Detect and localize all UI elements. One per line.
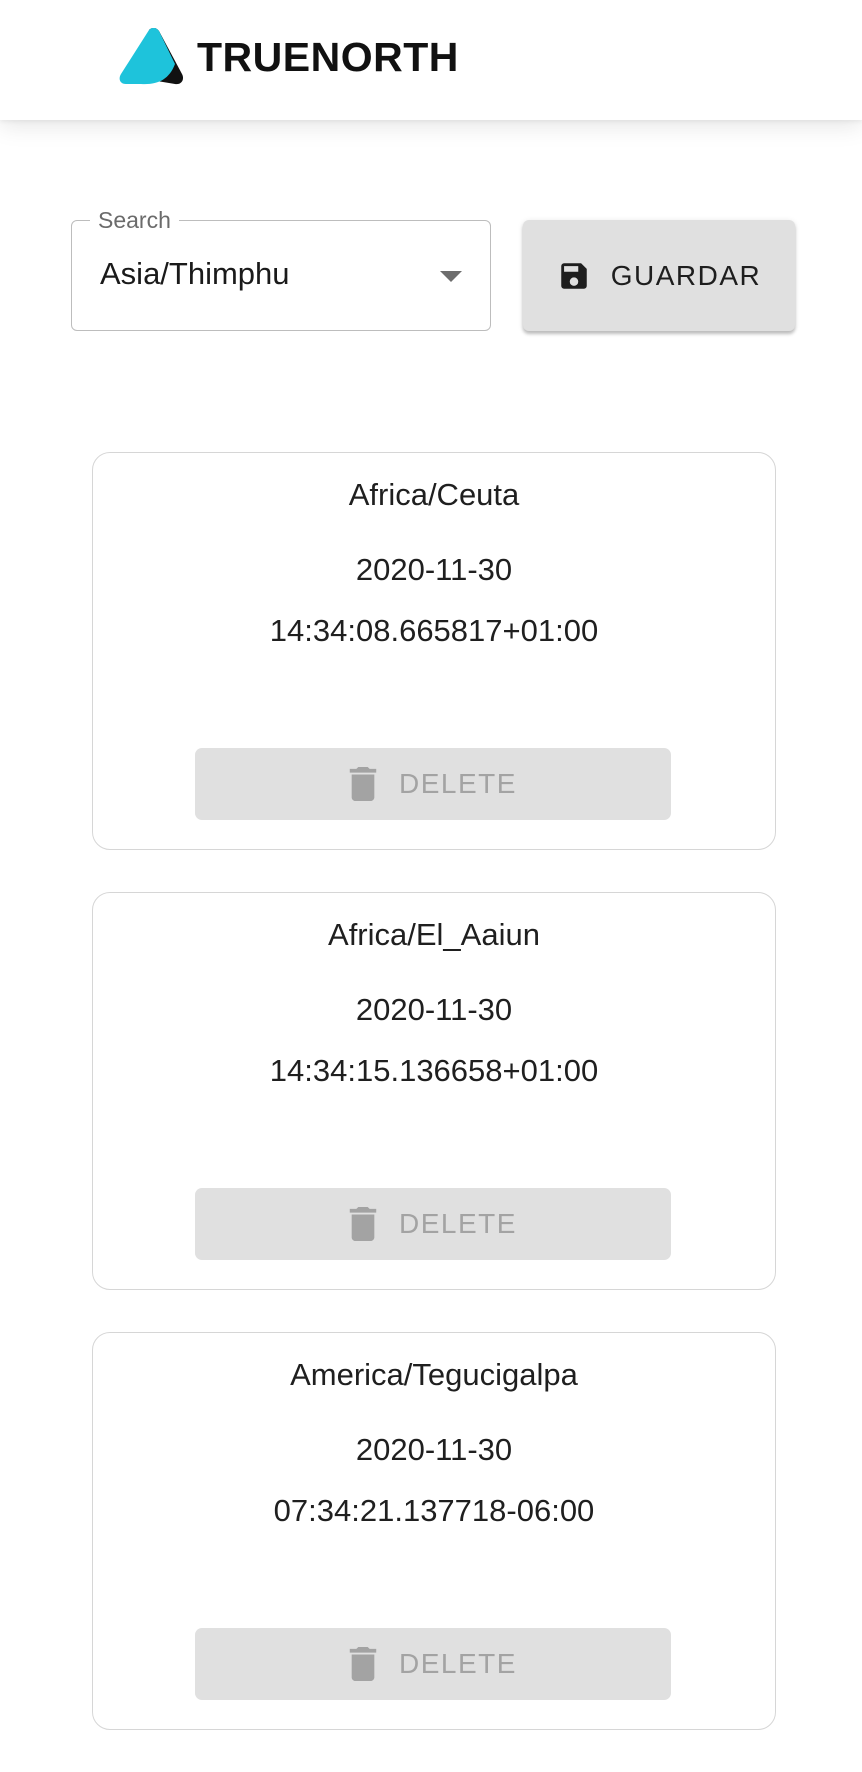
trash-icon [349,1647,377,1681]
brand-logo[interactable]: TRUENORTH [119,28,459,86]
delete-button[interactable]: DELETE [195,748,671,820]
save-button[interactable]: GUARDAR [523,220,795,331]
trash-icon [349,1207,377,1241]
search-input[interactable]: Asia/Thimphu [100,254,290,294]
timezone-card: Africa/El_Aaiun 2020-11-30 14:34:15.1366… [92,892,776,1290]
delete-button[interactable]: DELETE [195,1628,671,1700]
timezone-search-field[interactable]: Search Asia/Thimphu [71,206,491,331]
card-timezone-name: Africa/Ceuta [348,477,520,512]
truenorth-logo-icon [119,28,184,85]
delete-button-label: DELETE [399,1648,517,1679]
delete-button[interactable]: DELETE [195,1188,671,1260]
brand-name: TRUENORTH [197,33,459,80]
timezone-card: Africa/Ceuta 2020-11-30 14:34:08.665817+… [92,452,776,850]
timezone-card: America/Tegucigalpa 2020-11-30 07:34:21.… [92,1332,776,1730]
card-time: 07:34:21.137718-06:00 [273,1493,595,1528]
card-timezone-name: America/Tegucigalpa [290,1357,578,1392]
app-header: TRUENORTH [0,0,862,120]
card-date: 2020-11-30 [355,552,513,587]
delete-button-label: DELETE [399,1208,517,1239]
delete-button-label: DELETE [399,768,517,799]
trash-icon [349,767,377,801]
search-label: Search [90,206,179,234]
card-date: 2020-11-30 [355,1432,513,1467]
save-button-label: GUARDAR [610,259,762,291]
card-time: 14:34:08.665817+01:00 [269,613,599,648]
card-time: 14:34:15.136658+01:00 [269,1053,599,1088]
save-icon [560,262,587,289]
card-date: 2020-11-30 [355,992,513,1027]
arrow-drop-down-icon[interactable] [440,271,462,282]
card-timezone-name: Africa/El_Aaiun [328,917,540,952]
timezone-card-list: Africa/Ceuta 2020-11-30 14:34:08.665817+… [92,452,776,1772]
